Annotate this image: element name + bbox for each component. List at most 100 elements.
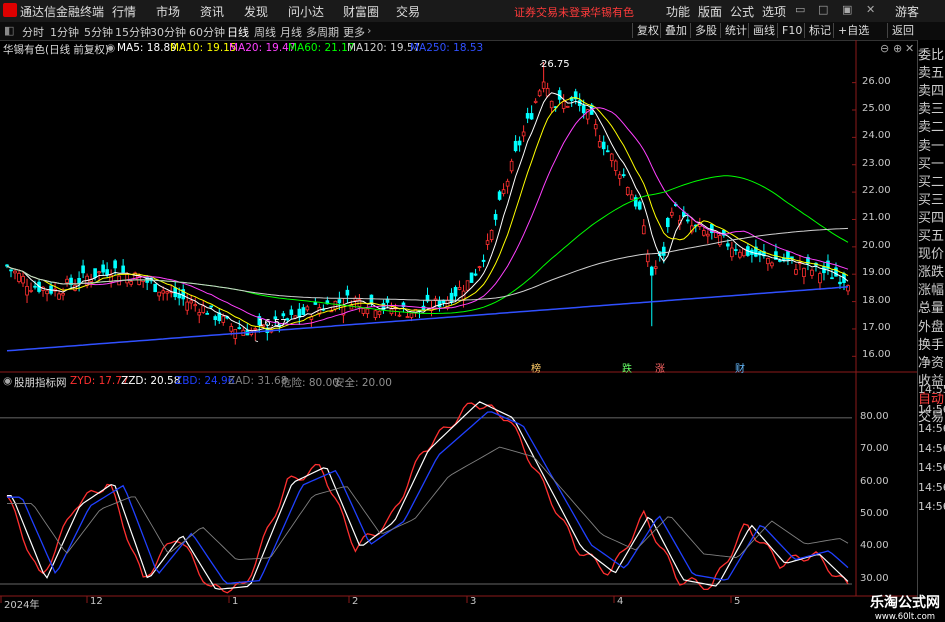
quote-label[interactable]: 买四: [918, 207, 945, 226]
candle-body: [345, 289, 350, 296]
candle-body: [221, 315, 226, 323]
candle-body: [802, 267, 806, 278]
candle-body: [706, 233, 710, 237]
quote-label[interactable]: 买五: [918, 225, 945, 244]
candle-body: [125, 273, 129, 284]
indicator-gear-icon[interactable]: ◉: [3, 375, 12, 387]
candle-body: [397, 314, 402, 317]
candle-body: [289, 309, 294, 315]
candle-body: [738, 251, 742, 258]
price-tick-label: 25.00: [862, 103, 891, 114]
candle-body: [810, 269, 814, 276]
candle-body: [481, 259, 486, 262]
quote-label[interactable]: 卖二: [918, 116, 945, 135]
price-tick-label: 17.00: [862, 321, 891, 333]
quote-label[interactable]: 现价: [918, 243, 945, 262]
candle-body: [333, 300, 338, 310]
candle-body: [778, 260, 782, 262]
candle-body: [537, 90, 542, 97]
date-tick-label: 3: [470, 596, 477, 607]
candle-body: [521, 131, 526, 137]
candle-body: [205, 312, 210, 315]
date-tick-label: 5: [734, 596, 741, 607]
candle-body: [625, 187, 630, 196]
candle-body: [209, 305, 214, 308]
quote-label[interactable]: 买一: [918, 153, 945, 172]
candle-body: [77, 278, 81, 284]
price-tick-label: 20.00: [862, 239, 891, 251]
zzd-line: [7, 401, 849, 590]
zyd-legend: ZYD: 17.77: [70, 375, 129, 387]
tick-time: 14:56: [918, 480, 945, 494]
candle-body: [81, 265, 85, 274]
tick-time: 14:56: [918, 422, 945, 435]
quote-label[interactable]: 卖四: [918, 80, 945, 99]
quote-label[interactable]: 卖一: [918, 135, 945, 154]
zad-legend: ZAD: 31.68: [228, 375, 288, 387]
quote-label[interactable]: 换手: [918, 334, 945, 353]
quote-label[interactable]: 卖五: [918, 62, 945, 81]
high-price-label: 26.75: [541, 59, 570, 70]
candle-body: [93, 268, 97, 278]
zad-line: [7, 446, 849, 561]
danger-legend: 危险: 80.00: [281, 377, 339, 389]
quote-label[interactable]: 外盘: [918, 316, 945, 335]
event-marker-bang[interactable]: 榜: [531, 360, 541, 375]
quote-label[interactable]: 卖三: [918, 98, 945, 117]
candle-body: [593, 124, 598, 130]
candle-body: [597, 141, 602, 148]
candle-body: [229, 326, 234, 332]
event-marker-cai[interactable]: 财: [735, 360, 745, 375]
candle-body: [377, 310, 382, 316]
indicator-tick-label: 50.00: [860, 508, 889, 520]
candle-body: [281, 313, 286, 317]
price-tick-label: 19.00: [862, 267, 891, 279]
candle-body: [513, 140, 518, 152]
low-price-label: 16.57: [258, 318, 287, 329]
candle-body: [5, 264, 9, 267]
quote-label[interactable]: 买三: [918, 189, 945, 208]
candle-body: [730, 247, 734, 258]
date-tick-label: 2: [352, 596, 359, 607]
quote-label[interactable]: 总量: [918, 297, 945, 316]
quote-label[interactable]: 净资: [918, 352, 945, 371]
tick-time: 14:56: [918, 461, 945, 474]
candle-body: [129, 281, 133, 285]
candle-body: [726, 243, 730, 247]
candle-body: [834, 267, 838, 277]
candle-body: [361, 308, 366, 314]
candle-body: [718, 235, 722, 246]
candle-body: [669, 211, 674, 216]
candle-body: [457, 287, 462, 290]
quote-label[interactable]: 委比: [918, 44, 945, 63]
candle-body: [641, 225, 646, 235]
date-tick-label: 1: [232, 596, 239, 607]
price-tick-label: 18.00: [862, 294, 891, 306]
zbd-line: [7, 411, 849, 585]
indicator-name[interactable]: 股朋指标网: [14, 375, 67, 390]
candle-body: [29, 289, 33, 292]
candle-body: [665, 218, 670, 228]
indicator-tick-label: 30.00: [860, 572, 889, 584]
candle-body: [189, 300, 194, 304]
candle-body: [517, 140, 522, 146]
price-tick-label: 16.00: [862, 349, 891, 361]
date-tick-label: 4: [617, 596, 624, 607]
candle-body: [509, 160, 514, 172]
candle-body: [25, 285, 29, 296]
indicator-tick-label: 70.00: [860, 443, 889, 455]
candle-body: [497, 191, 502, 200]
candle-body: [477, 266, 482, 269]
candle-body: [734, 249, 738, 251]
event-marker-die[interactable]: 跌: [622, 360, 632, 375]
event-marker-zhang[interactable]: 涨: [655, 360, 665, 375]
quote-label[interactable]: 买二: [918, 171, 945, 190]
quote-label[interactable]: 涨跌: [918, 261, 945, 280]
price-tick-label: 26.00: [862, 75, 891, 87]
tick-time: 14:56: [918, 441, 945, 455]
candle-body: [65, 278, 69, 284]
candle-body: [313, 301, 318, 305]
quote-label[interactable]: 涨幅: [918, 279, 945, 298]
kline-chart[interactable]: [0, 0, 945, 609]
candle-body: [153, 283, 157, 293]
